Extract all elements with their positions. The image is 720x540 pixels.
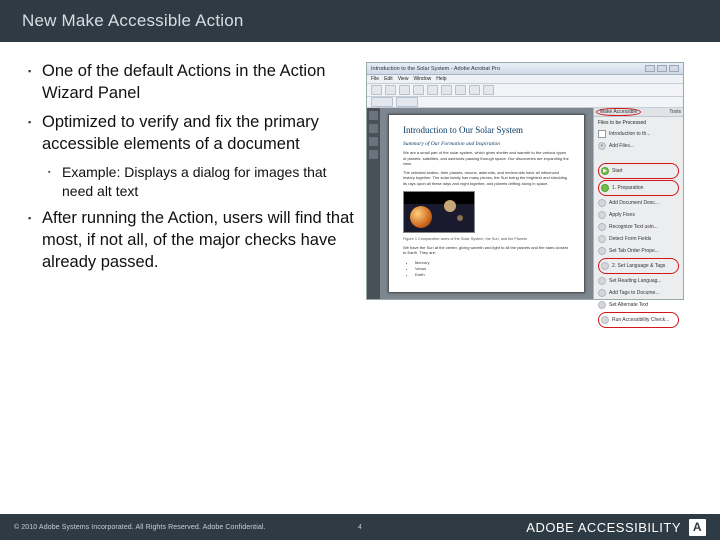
doc-list: Mercury Venus Earth [415, 260, 570, 277]
doc-list-item: Mercury [415, 260, 570, 265]
add-files-row: + Add Files... [598, 140, 679, 152]
play-icon: ▶ [601, 167, 609, 175]
step-icon [598, 235, 606, 243]
brand-block: ADOBE ACCESSIBILITY A [526, 519, 706, 536]
doc-heading: Introduction to Our Solar System [403, 125, 570, 135]
check-icon [601, 316, 609, 324]
toolbar-icon [483, 85, 494, 95]
action-wizard-panel: Make Accessible Tools Files to be Proces… [593, 108, 683, 299]
minimize-icon [645, 65, 655, 72]
window-title: Introduction to the Solar System - Adobe… [371, 66, 500, 72]
menu-item: Window [413, 76, 431, 82]
left-nav-rail [367, 108, 380, 299]
document-page: Introduction to Our Solar System Summary… [388, 114, 585, 293]
menubar: File Edit View Window Help [367, 75, 683, 84]
maximize-icon [657, 65, 667, 72]
doc-paragraph: We have the Sun at the center, giving wa… [403, 245, 570, 256]
close-icon [669, 65, 679, 72]
nav-icon [369, 124, 378, 133]
action-step: ▶Start [598, 163, 679, 179]
add-icon: + [598, 142, 606, 150]
action-step: Set Reading Languag... [598, 275, 679, 287]
doc-paragraph: We are a small part of the solar system,… [403, 150, 570, 167]
nav-icon [369, 111, 378, 120]
window-titlebar: Introduction to the Solar System - Adobe… [367, 63, 683, 75]
step-icon [598, 199, 606, 207]
menu-item: Edit [384, 76, 393, 82]
action-step-final: Run Accessibility Check... [598, 312, 679, 328]
slide-footer: © 2010 Adobe Systems Incorporated. All R… [0, 514, 720, 540]
toolbar-icon [385, 85, 396, 95]
brand-text: ADOBE ACCESSIBILITY [526, 520, 681, 535]
sub-bullet-item: Example: Displays a dialog for images th… [48, 163, 358, 201]
bullet-list: One of the default Actions in the Action… [28, 60, 358, 274]
step-icon [598, 277, 606, 285]
doc-list-item: Earth [415, 272, 570, 277]
menu-item: File [371, 76, 379, 82]
toolbar-secondary [367, 97, 683, 108]
document-viewport: Introduction to Our Solar System Summary… [380, 108, 593, 299]
bullet-item: One of the default Actions in the Action… [28, 60, 358, 105]
action-step: Add Document Desc... [598, 197, 679, 209]
step-icon [598, 301, 606, 309]
toolbar-icon [427, 85, 438, 95]
toolbar-primary [367, 84, 683, 97]
doc-list-item: Venus [415, 266, 570, 271]
adobe-logo-icon: A [689, 519, 706, 536]
file-icon [598, 130, 606, 138]
action-step: Recognize Text usin... [598, 221, 679, 233]
action-step: Set Alternate Text [598, 299, 679, 311]
file-item: Introduction to th... [598, 128, 679, 140]
files-section-title: Files to be Processed [598, 120, 679, 126]
action-step: Apply Fixes [598, 209, 679, 221]
toolbar-icon [371, 85, 382, 95]
toolbar-icon [413, 85, 424, 95]
nav-icon [369, 137, 378, 146]
step-icon [598, 211, 606, 219]
slide-title: New Make Accessible Action [22, 11, 244, 31]
step-icon [598, 247, 606, 255]
make-accessible-button: Make Accessible [596, 108, 641, 116]
slide-content: One of the default Actions in the Action… [0, 42, 720, 300]
file-name: Introduction to th... [609, 131, 650, 137]
doc-caption: Figure 1 Comparative sizes of the Solar … [403, 237, 570, 242]
doc-paragraph: The celestial bodies, their planets, moo… [403, 170, 570, 187]
action-step-highlighted: 2. Set Language & Tags [598, 258, 679, 274]
toolbar-icon [469, 85, 480, 95]
step-icon [598, 223, 606, 231]
menu-item: Help [436, 76, 446, 82]
bullet-item: After running the Action, users will fin… [28, 207, 358, 274]
doc-subheading: Summary of Our Formation and Inspiration [403, 141, 570, 147]
copyright-text: © 2010 Adobe Systems Incorporated. All R… [14, 524, 266, 531]
menu-item: View [398, 76, 409, 82]
toolbar-icon [455, 85, 466, 95]
toolbar-icon [399, 85, 410, 95]
slide-title-bar: New Make Accessible Action [0, 0, 720, 42]
sub-bullet-list: Example: Displays a dialog for images th… [48, 163, 358, 201]
toolbar-icon [441, 85, 452, 95]
toolbar-icon [396, 97, 418, 107]
step-icon [601, 262, 609, 270]
step-icon [598, 289, 606, 297]
toolbar-icon [371, 97, 393, 107]
nav-icon [369, 150, 378, 159]
action-step: Add Tags to Docume... [598, 287, 679, 299]
embedded-screenshot: Introduction to the Solar System - Adobe… [366, 62, 684, 300]
panel-header: Make Accessible Tools [594, 108, 683, 117]
action-step: Set Tab Order Prope... [598, 245, 679, 257]
tools-label: Tools [669, 109, 681, 115]
action-step: 1. Preparation [598, 180, 679, 196]
doc-figure-solar-system [403, 191, 475, 233]
text-column: One of the default Actions in the Action… [28, 60, 358, 300]
bullet-item: Optimized to verify and fix the primary … [28, 111, 358, 156]
action-step: Detect Form Fields [598, 233, 679, 245]
page-number: 4 [358, 524, 362, 531]
step-icon [601, 184, 609, 192]
